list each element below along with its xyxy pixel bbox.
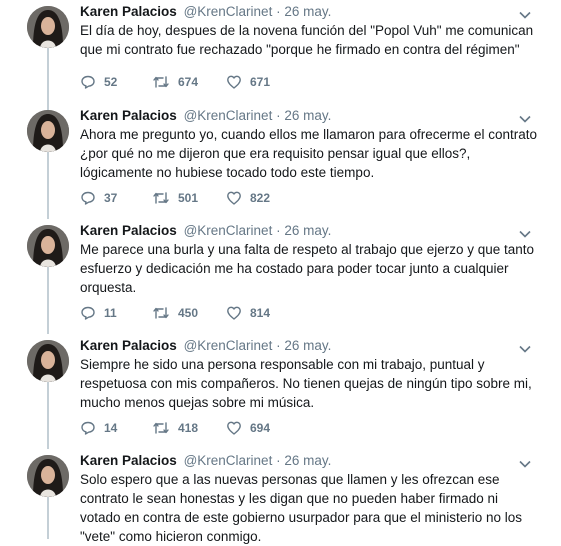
reply-button[interactable]: 37 <box>80 190 117 206</box>
tweet-thread: Karen Palacios @KrenClarinet · 26 may. E… <box>0 0 561 544</box>
avatar[interactable] <box>27 110 69 152</box>
like-button[interactable]: 694 <box>226 420 270 436</box>
avatar[interactable] <box>27 6 69 48</box>
like-button[interactable]: 814 <box>226 305 270 321</box>
tweet-text: Solo espero que a las nuevas personas qu… <box>80 472 523 544</box>
thread-connector-line <box>47 152 49 219</box>
tweet-header: Karen Palacios @KrenClarinet · 26 may. <box>80 223 331 238</box>
heart-icon <box>227 191 241 205</box>
user-handle[interactable]: @KrenClarinet <box>184 223 273 238</box>
like-count: 822 <box>250 191 271 205</box>
reply-icon <box>81 421 95 435</box>
tweet-header: Karen Palacios @KrenClarinet · 26 may. <box>80 4 331 19</box>
like-button[interactable]: 822 <box>226 190 270 206</box>
retweet-count: 501 <box>178 191 199 205</box>
retweet-count: 450 <box>178 306 199 320</box>
like-count: 694 <box>250 421 271 435</box>
retweet-count: 418 <box>178 421 199 435</box>
chevron-down-icon[interactable] <box>519 345 531 353</box>
reply-button[interactable]: 11 <box>80 305 117 321</box>
tweet[interactable]: Karen Palacios @KrenClarinet · 26 may. M… <box>0 219 561 334</box>
chevron-down-icon[interactable] <box>519 115 531 123</box>
retweet-button[interactable]: 501 <box>152 190 198 206</box>
user-handle[interactable]: @KrenClarinet <box>184 108 273 123</box>
chevron-down-icon[interactable] <box>519 11 531 19</box>
user-name[interactable]: Karen Palacios <box>80 4 177 19</box>
retweet-icon <box>153 76 169 88</box>
reply-icon <box>81 306 95 320</box>
tweet[interactable]: Karen Palacios @KrenClarinet · 26 may. E… <box>0 0 561 115</box>
separator-dot: · <box>276 338 281 353</box>
separator-dot: · <box>276 108 281 123</box>
user-handle[interactable]: @KrenClarinet <box>184 338 273 353</box>
retweet-button[interactable]: 450 <box>152 305 198 321</box>
thread-connector-line <box>47 497 49 539</box>
heart-icon <box>227 75 241 89</box>
tweet[interactable]: Karen Palacios @KrenClarinet · 26 may. S… <box>0 334 561 449</box>
retweet-button[interactable]: 418 <box>152 420 198 436</box>
reply-button[interactable]: 14 <box>80 420 117 436</box>
separator-dot: · <box>276 453 281 468</box>
retweet-icon <box>153 192 169 204</box>
like-button[interactable]: 671 <box>226 74 270 90</box>
tweet-text: Siempre he sido una persona responsable … <box>80 357 532 410</box>
tweet-header: Karen Palacios @KrenClarinet · 26 may. <box>80 453 331 468</box>
heart-icon <box>227 421 241 435</box>
separator-dot: · <box>276 4 281 19</box>
tweet-date[interactable]: 26 may. <box>284 108 331 123</box>
retweet-button[interactable]: 674 <box>152 74 198 90</box>
like-count: 671 <box>250 75 271 89</box>
retweet-icon <box>153 422 169 434</box>
tweet-header: Karen Palacios @KrenClarinet · 26 may. <box>80 338 331 353</box>
user-name[interactable]: Karen Palacios <box>80 453 177 468</box>
avatar[interactable] <box>27 340 69 382</box>
reply-count: 11 <box>104 306 117 320</box>
tweet[interactable]: Karen Palacios @KrenClarinet · 26 may. A… <box>0 104 561 219</box>
thread-connector-line <box>47 382 49 449</box>
avatar[interactable] <box>27 225 69 267</box>
tweet-header: Karen Palacios @KrenClarinet · 26 may. <box>80 108 331 123</box>
reply-button[interactable]: 52 <box>80 74 117 90</box>
avatar[interactable] <box>27 455 69 497</box>
retweet-icon <box>153 307 169 319</box>
like-count: 814 <box>250 306 271 320</box>
reply-icon <box>81 191 95 205</box>
user-name[interactable]: Karen Palacios <box>80 223 177 238</box>
chevron-down-icon[interactable] <box>519 230 531 238</box>
chevron-down-icon[interactable] <box>519 460 531 468</box>
reply-count: 52 <box>104 75 118 89</box>
thread-connector-line <box>47 267 49 334</box>
tweet-date[interactable]: 26 may. <box>284 4 331 19</box>
tweet-date[interactable]: 26 may. <box>284 453 331 468</box>
user-name[interactable]: Karen Palacios <box>80 338 177 353</box>
tweet-text: El día de hoy, despues de la novena func… <box>80 23 534 57</box>
heart-icon <box>227 306 241 320</box>
reply-icon <box>81 75 95 89</box>
separator-dot: · <box>276 223 281 238</box>
reply-count: 37 <box>104 191 118 205</box>
tweet-date[interactable]: 26 may. <box>284 223 331 238</box>
tweet[interactable]: Karen Palacios @KrenClarinet · 26 may. S… <box>0 449 561 544</box>
retweet-count: 674 <box>178 75 199 89</box>
reply-count: 14 <box>104 421 118 435</box>
tweet-text: Me parece una burla y una falta de respe… <box>80 242 535 295</box>
user-handle[interactable]: @KrenClarinet <box>184 453 273 468</box>
user-name[interactable]: Karen Palacios <box>80 108 177 123</box>
tweet-text: Ahora me pregunto yo, cuando ellos me ll… <box>80 127 537 180</box>
user-handle[interactable]: @KrenClarinet <box>184 4 273 19</box>
tweet-date[interactable]: 26 may. <box>284 338 331 353</box>
